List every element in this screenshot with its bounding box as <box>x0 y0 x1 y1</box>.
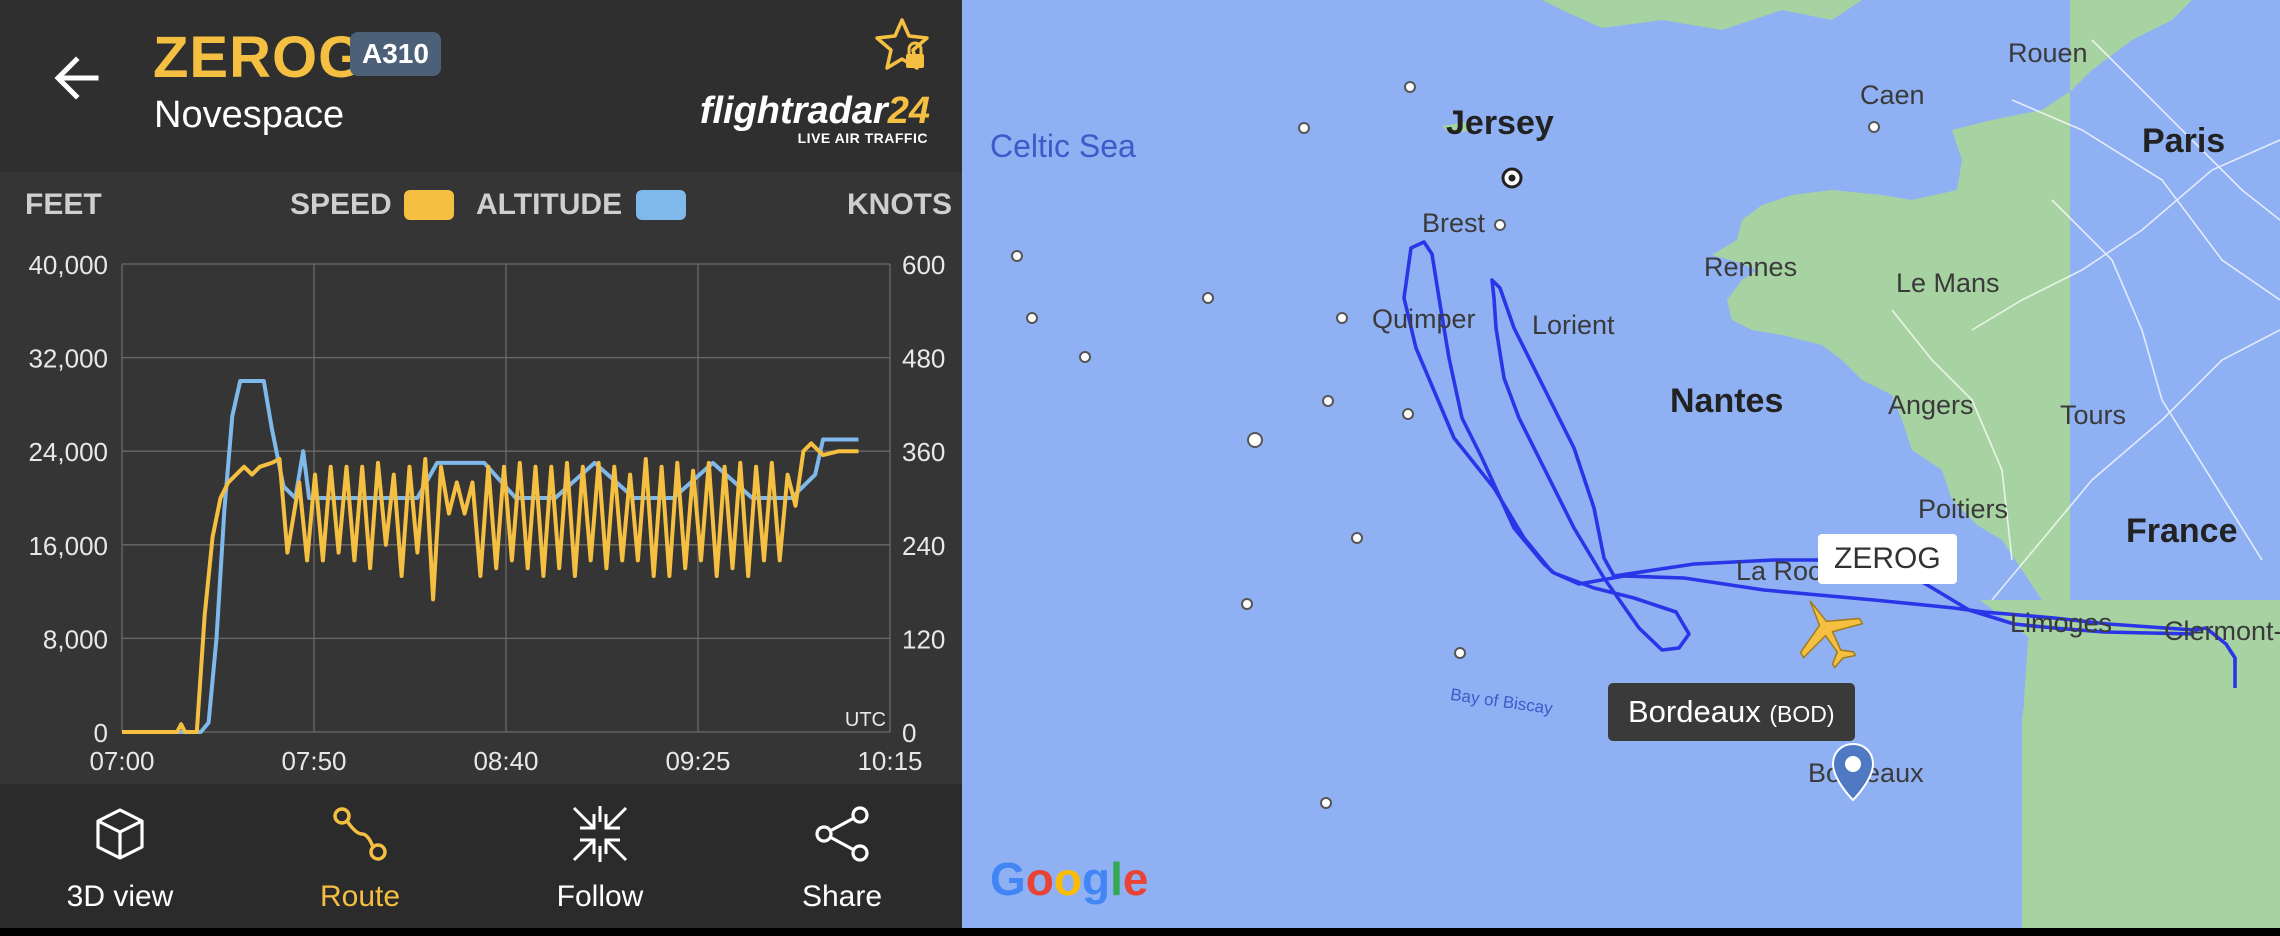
share-icon <box>815 806 869 862</box>
panel-header: ZEROG A310 Novespace flightradar24 LIVE … <box>0 0 962 172</box>
aircraft-type-badge: A310 <box>350 32 441 76</box>
y-left-tick-label: 8,000 <box>43 624 108 654</box>
y-right-tick-label: 600 <box>902 250 945 280</box>
place-angers: Angers <box>1888 390 1974 420</box>
airport-tooltip[interactable]: Bordeaux (BOD) <box>1608 683 1855 741</box>
y-right-tick-label: 0 <box>902 718 916 748</box>
route-map[interactable]: Celtic Sea Bay of Biscay Jersey Caen Rou… <box>962 0 2280 928</box>
aircraft-callsign-label[interactable]: ZEROG <box>1818 534 1957 584</box>
toolbar-3d-view[interactable]: 3D view <box>20 784 220 928</box>
flight-route <box>1402 240 2237 688</box>
x-tick-label: 08:40 <box>473 746 538 776</box>
y-left-tick-label: 40,000 <box>28 250 108 280</box>
airport-name: Bordeaux <box>1628 694 1761 729</box>
place-france: France <box>2126 512 2238 550</box>
y-right-tick-label: 120 <box>902 624 945 654</box>
y-left-tick-label: 0 <box>94 718 108 748</box>
y-right-tick-label: 360 <box>902 437 945 467</box>
place-rouen: Rouen <box>2008 38 2088 68</box>
chart-plot: 0 0 8,000 120 16,000 240 24,000 360 32,000 480 40,… <box>28 250 945 776</box>
logo-text: flightradar <box>699 90 888 132</box>
airline-name: Novespace <box>154 94 345 136</box>
y-left-tick-label: 24,000 <box>28 437 108 467</box>
place-clermont: Clermont-F <box>2164 616 2280 646</box>
cube-icon <box>96 808 144 860</box>
place-brest: Brest <box>1422 208 1486 238</box>
place-jersey: Jersey <box>1446 104 1554 142</box>
route-icon <box>333 807 387 861</box>
airport-pin-icon[interactable] <box>1830 742 1876 804</box>
place-lorient: Lorient <box>1532 310 1615 340</box>
place-limoges: Limoges <box>2010 608 2113 638</box>
bottom-toolbar: 3D view Route Follow Share <box>0 784 962 928</box>
favorite-star-lock-icon[interactable] <box>872 16 932 76</box>
place-quimper: Quimper <box>1372 304 1476 334</box>
toolbar-label: Route <box>319 880 401 913</box>
logo-subtitle: LIVE AIR TRAFFIC <box>797 130 928 146</box>
place-lemans: Le Mans <box>1896 268 2000 298</box>
toolbar-label: Follow <box>556 880 644 913</box>
place-caen: Caen <box>1860 80 1925 110</box>
follow-icon <box>572 806 628 862</box>
flight-info-panel: ZEROG A310 Novespace flightradar24 LIVE … <box>0 0 962 928</box>
toolbar-share[interactable]: Share <box>742 784 942 928</box>
flightradar24-logo: flightradar24 <box>700 92 930 130</box>
place-rennes: Rennes <box>1704 252 1798 282</box>
x-tick-label: 10:15 <box>857 746 922 776</box>
y-right-tick-label: 480 <box>902 344 945 374</box>
logo-number: 24 <box>887 90 930 132</box>
back-arrow-icon[interactable] <box>44 44 112 112</box>
y-right-tick-label: 240 <box>902 531 945 561</box>
airport-code: (BOD) <box>1769 701 1835 727</box>
bottom-edge <box>0 928 2280 936</box>
utc-label: UTC <box>845 709 886 731</box>
x-tick-label: 07:00 <box>89 746 154 776</box>
place-nantes: Nantes <box>1670 382 1784 420</box>
y-left-tick-label: 16,000 <box>28 531 108 561</box>
place-tours: Tours <box>2060 400 2127 430</box>
toolbar-label: Share <box>801 880 883 913</box>
toolbar-route[interactable]: Route <box>260 784 460 928</box>
x-tick-label: 09:25 <box>665 746 730 776</box>
place-poitiers: Poitiers <box>1918 494 2009 524</box>
place-la-rochelle: La Roc <box>1736 556 1822 586</box>
place-paris: Paris <box>2142 122 2226 160</box>
speed-altitude-chart[interactable]: FEET SPEED ALTITUDE KNOTS 0 0 8,000 120 16,0… <box>0 172 962 784</box>
callsign: ZEROG <box>153 25 365 90</box>
toolbar-label: 3D view <box>66 880 174 913</box>
google-logo: Google <box>990 853 1149 905</box>
sea-label-celtic: Celtic Sea <box>990 128 1136 164</box>
series-line-speed <box>122 441 859 734</box>
toolbar-follow[interactable]: Follow <box>500 784 700 928</box>
x-tick-label: 07:50 <box>281 746 346 776</box>
y-left-tick-label: 32,000 <box>28 344 108 374</box>
